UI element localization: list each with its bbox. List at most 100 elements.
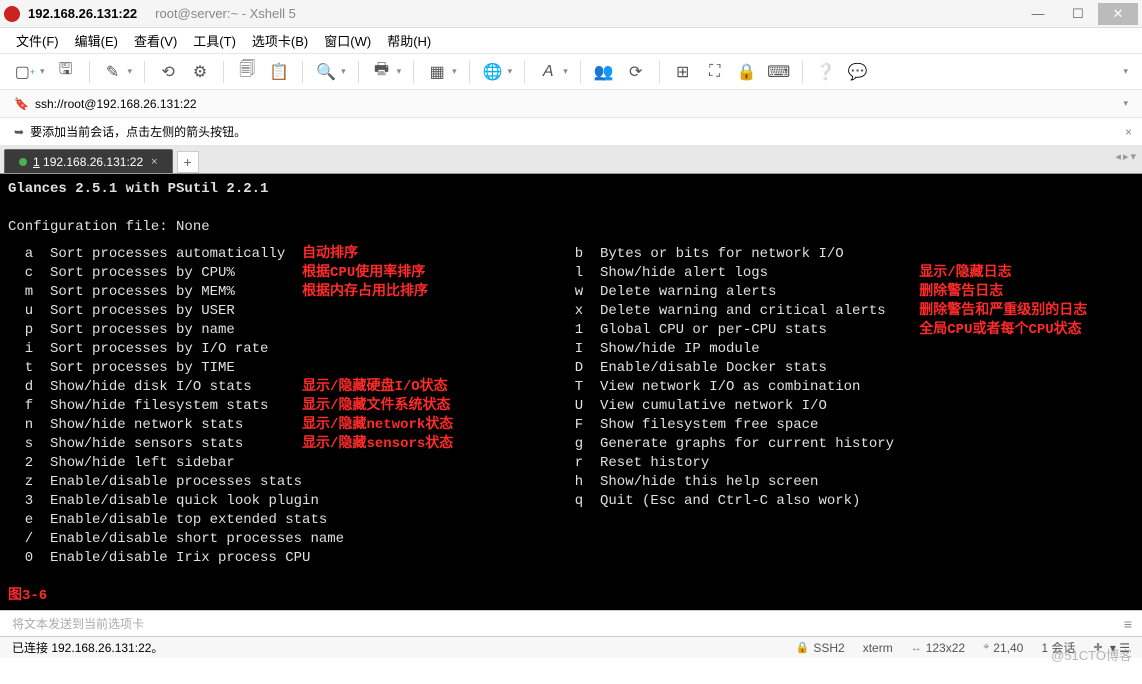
address-url[interactable]: ssh://root@192.168.26.131:22 <box>35 97 197 111</box>
help-line: 0 Enable/disable Irix process CPU <box>8 550 310 566</box>
watermark: @51CTO博客 <box>1051 645 1132 664</box>
toolbar-overflow-icon[interactable]: ▾ <box>1123 66 1128 77</box>
addressbar-overflow-icon[interactable]: ▾ <box>1123 98 1128 109</box>
annotation: 显示/隐藏network状态 <box>302 417 453 433</box>
tab-list-icon[interactable]: ▾ <box>1130 150 1136 163</box>
new-tab-button[interactable]: + <box>177 151 199 173</box>
help-line: / Enable/disable short processes name <box>8 531 344 547</box>
annotation: 删除警告和严重级别的日志 <box>919 303 1087 319</box>
help-line: x Delete warning and critical alerts <box>558 303 919 319</box>
reconnect-icon[interactable]: ⟲ <box>157 61 179 83</box>
menu-tabs[interactable]: 选项卡(B) <box>252 31 308 50</box>
menu-help[interactable]: 帮助(H) <box>387 31 431 50</box>
help-line: U View cumulative network I/O <box>558 398 919 414</box>
save-icon[interactable]: 🖫 <box>55 61 77 83</box>
help-line: 3 Enable/disable quick look plugin <box>8 493 319 509</box>
sendbar-menu-icon[interactable]: ≡ <box>1124 616 1132 632</box>
window-title-sub: root@server:~ - Xshell 5 <box>155 6 296 21</box>
menu-file[interactable]: 文件(F) <box>16 31 59 50</box>
search-icon[interactable]: 🔍 <box>315 61 337 83</box>
tab-prev-icon[interactable]: ◂ <box>1115 150 1121 163</box>
color-icon[interactable]: ▦ <box>426 61 448 83</box>
help-line: m Sort processes by MEM% <box>8 284 302 300</box>
figure-label: 图3-6 <box>8 587 47 606</box>
arrow-icon[interactable]: ➥ <box>14 125 24 139</box>
help-line: a Sort processes automatically <box>8 246 302 262</box>
hint-close-icon[interactable]: × <box>1125 125 1132 139</box>
status-connection: 已连接 192.168.26.131:22。 <box>12 639 163 656</box>
minimize-button[interactable]: — <box>1018 3 1058 25</box>
annotation: 自动排序 <box>302 246 358 262</box>
status-size: 123x22 <box>926 641 965 655</box>
hintbar: ➥ 要添加当前会话，点击左侧的箭头按钮。 × <box>0 118 1142 146</box>
menu-tools[interactable]: 工具(T) <box>193 31 236 50</box>
tab-next-icon[interactable]: ▸ <box>1123 150 1129 163</box>
help-line: g Generate graphs for current history <box>558 436 919 452</box>
addressbar: 🔖 ssh://root@192.168.26.131:22 ▾ <box>0 90 1142 118</box>
terminal[interactable]: Glances 2.5.1 with PSutil 2.2.1 Configur… <box>0 174 1142 610</box>
annotation: 根据内存占用比排序 <box>302 284 428 300</box>
users-icon[interactable]: 👥 <box>593 61 615 83</box>
help-line: s Show/hide sensors stats <box>8 436 302 452</box>
help-line: r Reset history <box>558 455 919 471</box>
status-proto: SSH2 <box>813 641 844 655</box>
annotation: 显示/隐藏日志 <box>919 265 1011 281</box>
help-line: f Show/hide filesystem stats <box>8 398 302 414</box>
globe-icon[interactable]: 🌐 <box>482 61 504 83</box>
help-line: p Sort processes by name <box>8 322 302 338</box>
help-icon[interactable]: ❔ <box>815 61 837 83</box>
menu-view[interactable]: 查看(V) <box>134 31 177 50</box>
tabbar: 1 192.168.26.131:22 × + ◂ ▸ ▾ <box>0 146 1142 174</box>
annotation: 显示/隐藏sensors状态 <box>302 436 453 452</box>
tab-session[interactable]: 1 192.168.26.131:22 × <box>4 149 173 173</box>
app-icon <box>4 6 20 22</box>
disconnect-icon[interactable]: ✎ <box>102 61 124 83</box>
tab-close-icon[interactable]: × <box>151 156 157 168</box>
help-line: D Enable/disable Docker stats <box>558 360 919 376</box>
help-line: d Show/hide disk I/O stats <box>8 379 302 395</box>
help-line: T View network I/O as combination <box>558 379 919 395</box>
statusbar: 已连接 192.168.26.131:22。 🔒SSH2 xterm ↔123x… <box>0 636 1142 658</box>
bookmark-icon[interactable]: 🔖 <box>14 97 29 111</box>
help-line: i Sort processes by I/O rate <box>8 341 302 357</box>
help-line: l Show/hide alert logs <box>558 265 919 281</box>
annotation: 全局CPU或者每个CPU状态 <box>919 322 1081 338</box>
tab-index: 1 <box>33 155 40 169</box>
tile-icon[interactable]: ⊞ <box>672 61 694 83</box>
lock-icon[interactable]: 🔒 <box>736 61 758 83</box>
pos-icon: ⌖ <box>983 641 989 654</box>
send-input[interactable]: 将文本发送到当前选项卡 <box>12 615 144 632</box>
chat-icon[interactable]: 💬 <box>847 61 869 83</box>
menu-edit[interactable]: 编辑(E) <box>75 31 118 50</box>
help-line: z Enable/disable processes stats <box>8 474 302 490</box>
help-line: n Show/hide network stats <box>8 417 302 433</box>
fullscreen-icon[interactable]: ⛶ <box>704 61 726 83</box>
copy-icon[interactable]: 🗐 <box>236 61 258 83</box>
size-icon: ↔ <box>911 642 922 654</box>
status-termtype: xterm <box>863 641 893 655</box>
print-icon[interactable]: 🖶 <box>371 61 393 83</box>
new-session-icon[interactable]: ▢+ <box>14 61 36 83</box>
help-line: F Show filesystem free space <box>558 417 919 433</box>
toolbar: ▢+▾ 🖫 ✎▾ ⟲ ⚙ 🗐 📋 🔍▾ 🖶▾ ▦▾ 🌐▾ A▾ 👥 ⟳ ⊞ ⛶ … <box>0 54 1142 90</box>
maximize-button[interactable]: ☐ <box>1058 3 1098 25</box>
help-line: e Enable/disable top extended stats <box>8 512 327 528</box>
close-button[interactable]: ✕ <box>1098 3 1138 25</box>
status-pos: 21,40 <box>993 641 1023 655</box>
help-line: b Bytes or bits for network I/O <box>558 246 919 262</box>
sendbar[interactable]: 将文本发送到当前选项卡 ≡ <box>0 610 1142 636</box>
help-line: w Delete warning alerts <box>558 284 919 300</box>
annotation: 显示/隐藏文件系统状态 <box>302 398 450 414</box>
properties-icon[interactable]: ⚙ <box>189 61 211 83</box>
help-line: q Quit (Esc and Ctrl-C also work) <box>558 493 919 509</box>
keyboard-icon[interactable]: ⌨ <box>768 61 790 83</box>
help-line: u Sort processes by USER <box>8 303 302 319</box>
window-title-host: 192.168.26.131:22 <box>28 6 137 21</box>
font-icon[interactable]: A <box>537 61 559 83</box>
annotation: 删除警告日志 <box>919 284 1003 300</box>
menu-window[interactable]: 窗口(W) <box>324 31 371 50</box>
paste-icon[interactable]: 📋 <box>268 61 290 83</box>
help-col-right: b Bytes or bits for network I/O l Show/h… <box>558 245 1087 568</box>
hint-text: 要添加当前会话，点击左侧的箭头按钮。 <box>30 123 246 140</box>
refresh-icon[interactable]: ⟳ <box>625 61 647 83</box>
